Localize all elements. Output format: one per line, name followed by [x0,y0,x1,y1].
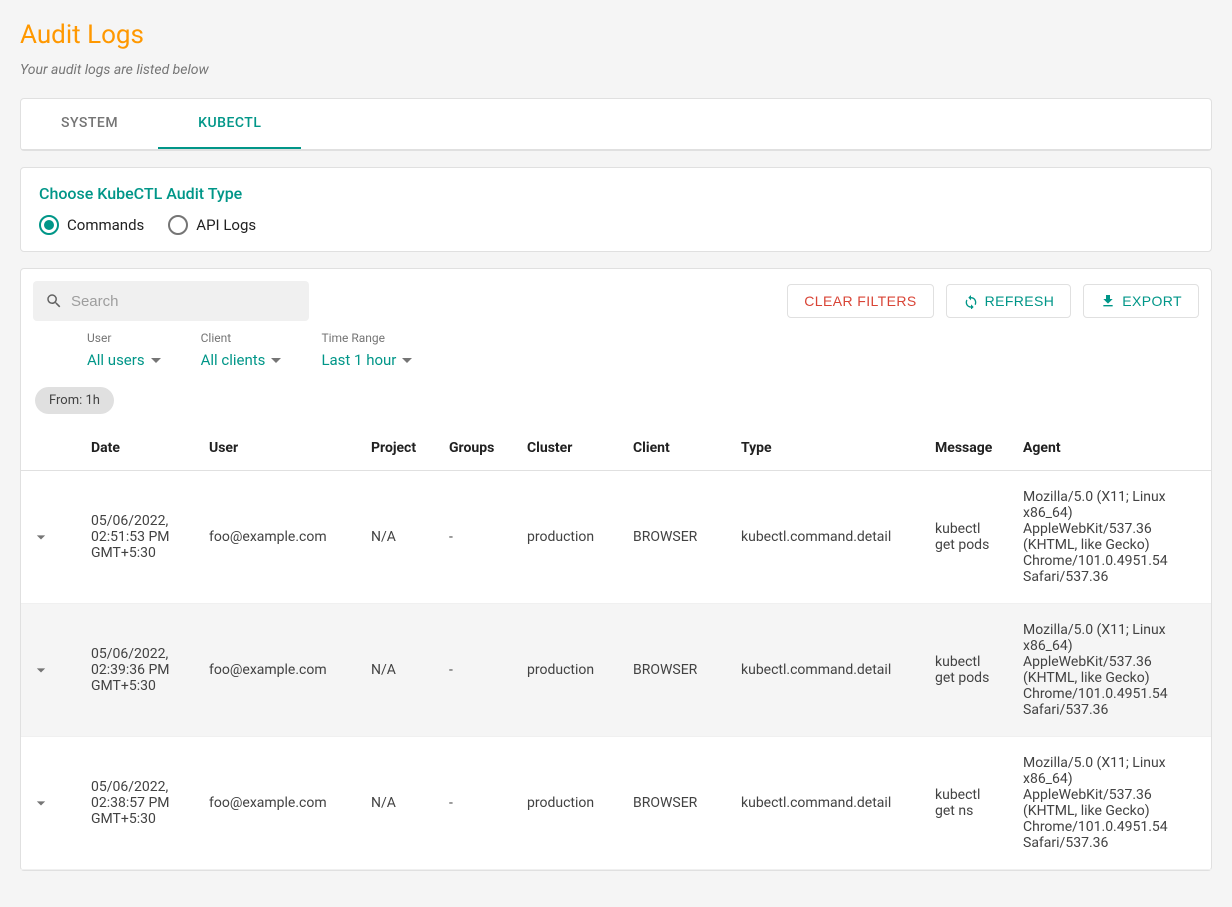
search-input[interactable] [71,293,297,310]
cell-cluster: production [517,471,623,604]
expand-row-icon[interactable] [31,527,71,547]
expand-row-icon[interactable] [31,660,71,680]
col-client: Client [623,426,731,471]
refresh-label: REFRESH [985,293,1055,309]
table-row: 05/06/2022, 02:39:36 PM GMT+5:30foo@exam… [21,604,1211,737]
cell-cluster: production [517,737,623,870]
col-agent: Agent [1013,426,1211,471]
expand-row-icon[interactable] [31,793,71,813]
col-type: Type [731,426,925,471]
cell-type: kubectl.command.detail [731,471,925,604]
cell-groups: - [439,737,517,870]
filter-client-value: All clients [201,351,266,369]
chevron-down-icon [151,358,161,363]
cell-client: BROWSER [623,471,731,604]
filter-client-select[interactable]: All clients [201,351,282,369]
page-title: Audit Logs [20,20,1212,50]
time-chip[interactable]: From: 1h [35,387,114,414]
clear-filters-label: CLEAR FILTERS [804,293,916,309]
tab-system[interactable]: SYSTEM [21,99,158,149]
cell-project: N/A [361,737,439,870]
cell-date: 05/06/2022, 02:38:57 PM GMT+5:30 [81,737,199,870]
cell-user: foo@example.com [199,471,361,604]
filter-client-label: Client [201,331,282,345]
radio-commands-label: Commands [67,216,144,234]
cell-message: kubectl get pods [925,471,1013,604]
tab-kubectl[interactable]: KUBECTL [158,99,301,149]
cell-project: N/A [361,604,439,737]
table-row: 05/06/2022, 02:38:57 PM GMT+5:30foo@exam… [21,737,1211,870]
cell-user: foo@example.com [199,737,361,870]
cell-date: 05/06/2022, 02:39:36 PM GMT+5:30 [81,604,199,737]
logs-card: CLEAR FILTERS REFRESH EXPORT User All us… [20,268,1212,871]
cell-type: kubectl.command.detail [731,604,925,737]
radio-api-logs-label: API Logs [196,216,256,234]
export-button[interactable]: EXPORT [1083,284,1199,318]
page-subtitle: Your audit logs are listed below [20,62,1212,78]
radio-icon [39,215,59,235]
cell-client: BROWSER [623,604,731,737]
filter-user-select[interactable]: All users [87,351,161,369]
filter-time-label: Time Range [321,331,412,345]
cell-agent: Mozilla/5.0 (X11; Linux x86_64) AppleWeb… [1013,737,1211,870]
col-date: Date [81,426,199,471]
radio-icon [168,215,188,235]
audit-type-title: Choose KubeCTL Audit Type [39,184,1193,203]
clear-filters-button[interactable]: CLEAR FILTERS [787,284,933,318]
refresh-icon [963,293,979,309]
cell-agent: Mozilla/5.0 (X11; Linux x86_64) AppleWeb… [1013,604,1211,737]
col-project: Project [361,426,439,471]
col-message: Message [925,426,1013,471]
filter-time-select[interactable]: Last 1 hour [321,351,412,369]
cell-type: kubectl.command.detail [731,737,925,870]
cell-agent: Mozilla/5.0 (X11; Linux x86_64) AppleWeb… [1013,471,1211,604]
cell-project: N/A [361,471,439,604]
export-label: EXPORT [1122,293,1182,309]
col-groups: Groups [439,426,517,471]
filter-user-label: User [87,331,161,345]
cell-groups: - [439,604,517,737]
radio-api-logs[interactable]: API Logs [168,215,256,235]
tabs-card: SYSTEM KUBECTL [20,98,1212,151]
radio-commands[interactable]: Commands [39,215,144,235]
cell-message: kubectl get pods [925,604,1013,737]
search-box[interactable] [33,281,309,321]
table-row: 05/06/2022, 02:51:53 PM GMT+5:30foo@exam… [21,471,1211,604]
filter-user-value: All users [87,351,145,369]
filter-time-value: Last 1 hour [321,351,396,369]
cell-groups: - [439,471,517,604]
cell-date: 05/06/2022, 02:51:53 PM GMT+5:30 [81,471,199,604]
col-user: User [199,426,361,471]
refresh-button[interactable]: REFRESH [946,284,1072,318]
audit-type-card: Choose KubeCTL Audit Type Commands API L… [20,167,1212,252]
logs-table: Date User Project Groups Cluster Client … [21,426,1211,870]
cell-cluster: production [517,604,623,737]
chevron-down-icon [402,358,412,363]
chevron-down-icon [271,358,281,363]
cell-message: kubectl get ns [925,737,1013,870]
cell-user: foo@example.com [199,604,361,737]
cell-client: BROWSER [623,737,731,870]
search-icon [45,291,63,311]
col-cluster: Cluster [517,426,623,471]
download-icon [1100,293,1116,309]
